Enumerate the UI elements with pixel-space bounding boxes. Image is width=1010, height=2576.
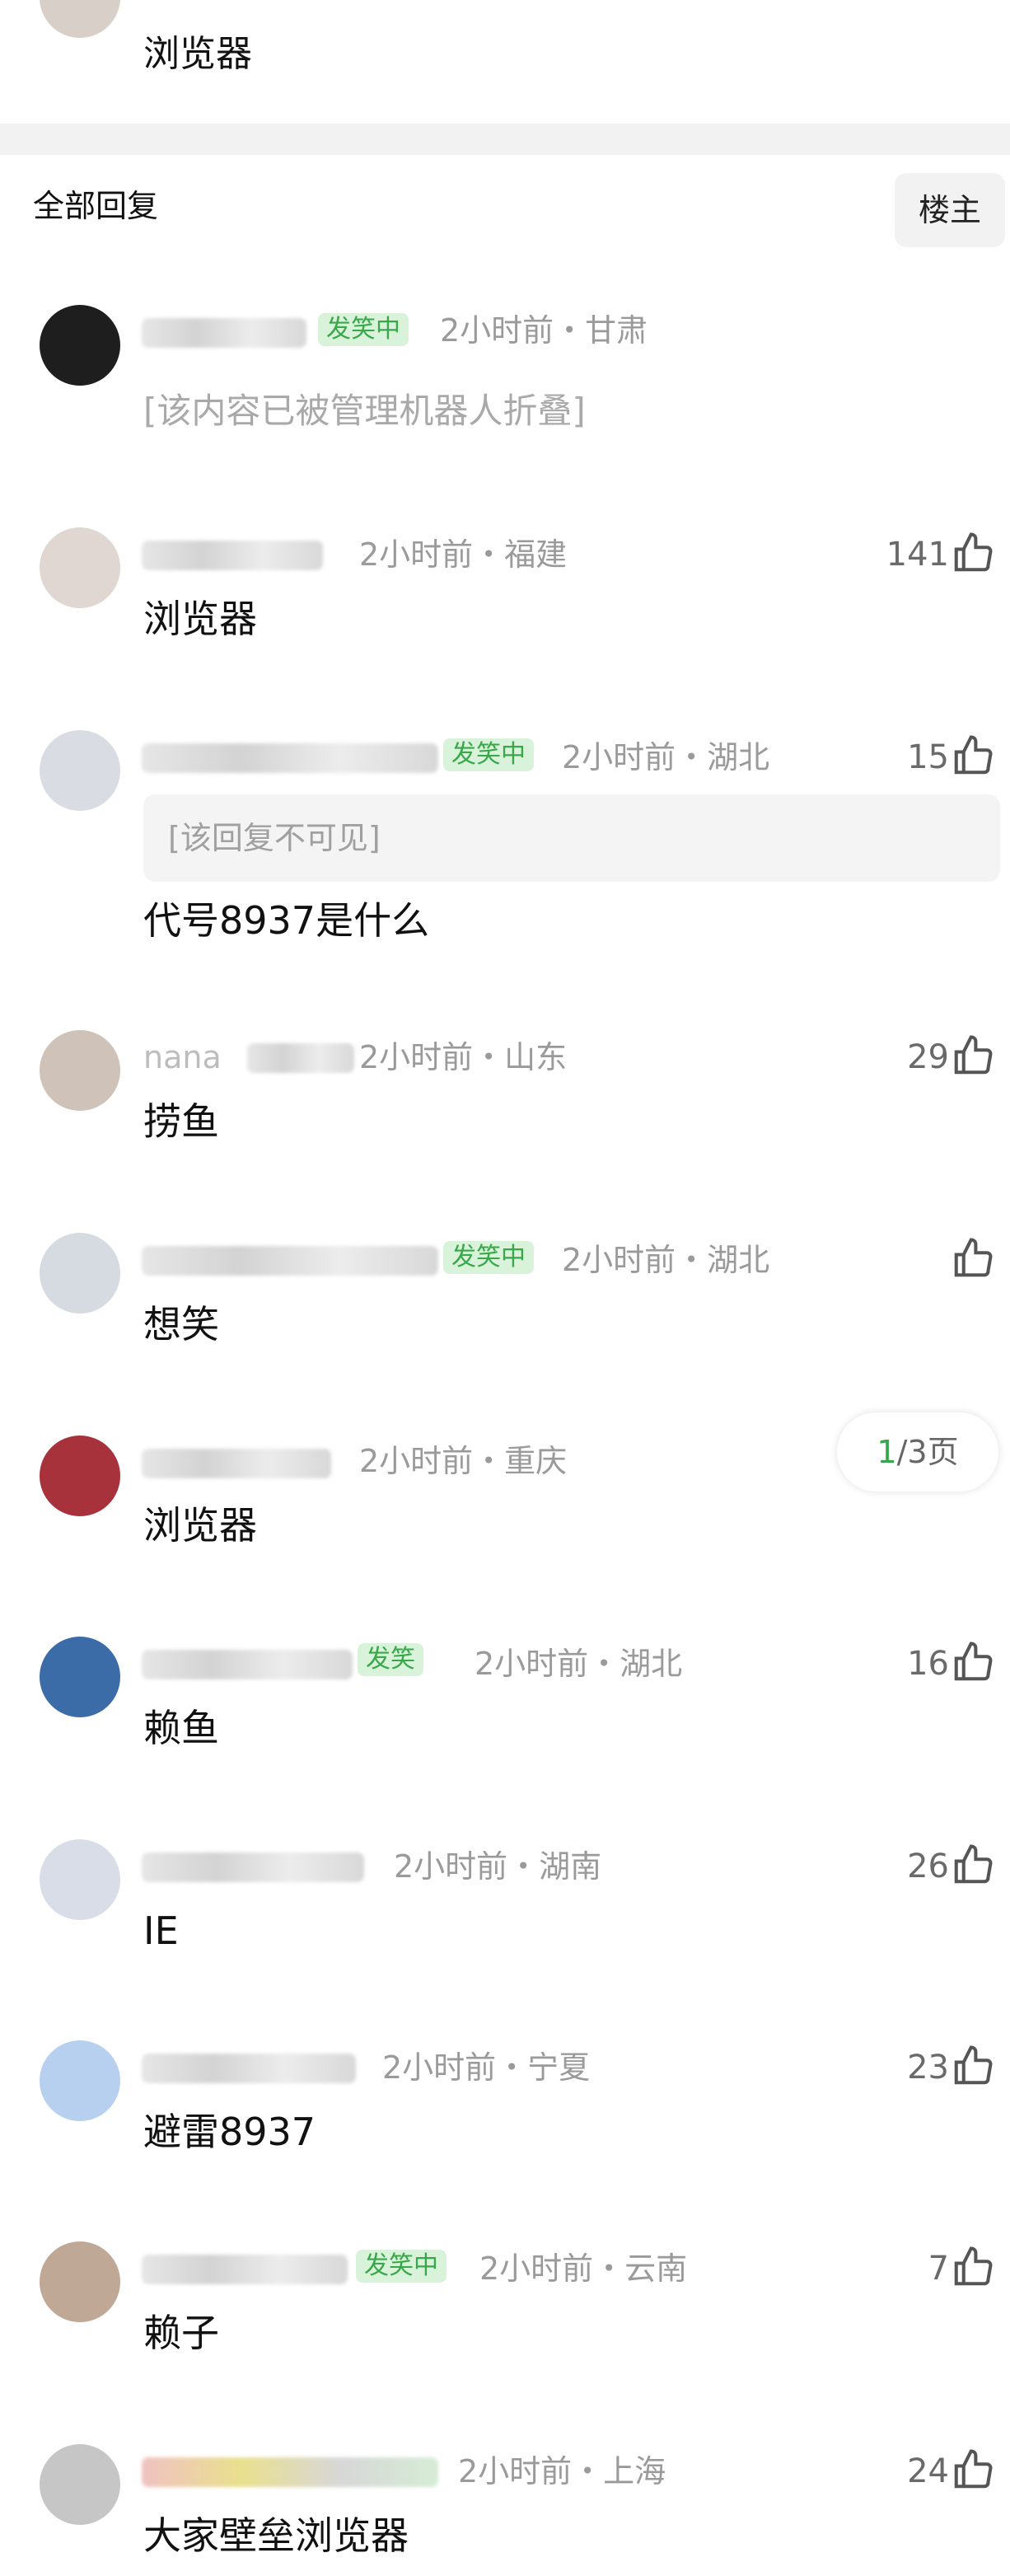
username[interactable] <box>142 2054 356 2083</box>
like-count: 26 <box>907 1848 949 1885</box>
username[interactable] <box>142 1246 438 1276</box>
username[interactable] <box>142 1650 353 1679</box>
comment-item: 2小时前・上海 24 大家壁垒浏览器 <box>0 2436 1010 2576</box>
comment-item: 2小时前・重庆 1/3页 浏览器 <box>0 1412 1010 1592</box>
comment-item: 发笑 2小时前・湖北 16 赖鱼 <box>0 1628 1010 1793</box>
username-blur <box>247 1043 354 1073</box>
status-badge: 发笑中 <box>356 2250 447 2283</box>
thumbs-up-icon[interactable] <box>951 1033 995 1078</box>
username[interactable]: nana <box>143 1038 222 1076</box>
status-badge: 发笑中 <box>443 1241 534 1274</box>
comment-meta: 2小时前・甘肃 <box>440 312 648 349</box>
comment-text: 想笑 <box>143 1302 219 1347</box>
thumbs-up-icon[interactable] <box>951 2447 995 2492</box>
comment-item: nana 2小时前・山东 29 捞鱼 <box>0 1022 1010 1187</box>
thumbs-up-icon[interactable] <box>951 1843 995 1887</box>
top-comment: 浏览器 <box>0 0 1010 124</box>
op-only-button[interactable]: 楼主 <box>895 173 1005 247</box>
like-count: 16 <box>907 1645 949 1683</box>
username[interactable] <box>142 1449 331 1478</box>
like-count: 15 <box>907 738 949 776</box>
avatar[interactable] <box>40 1637 120 1717</box>
comment-text: 浏览器 <box>143 1503 257 1548</box>
username[interactable] <box>142 2255 348 2284</box>
comment-text: IE <box>143 1909 179 1953</box>
avatar[interactable] <box>40 0 120 38</box>
section-divider <box>0 124 1010 155</box>
avatar[interactable] <box>40 730 120 811</box>
username[interactable] <box>142 1852 364 1882</box>
status-badge: 发笑中 <box>318 313 409 346</box>
quoted-reply-text: [该回复不可见] <box>168 820 381 856</box>
comment-text: 捞鱼 <box>143 1099 219 1144</box>
comment-text: 代号8937是什么 <box>143 898 430 943</box>
avatar[interactable] <box>40 1436 120 1516</box>
comment-item: 2小时前・福建 141 浏览器 <box>0 519 1010 684</box>
username[interactable] <box>142 318 306 348</box>
avatar[interactable] <box>40 1233 120 1314</box>
comment-item: 2小时前・湖南 26 IE <box>0 1831 1010 1996</box>
thumbs-up-icon[interactable] <box>951 1640 995 1684</box>
comment-text: [该内容已被管理机器人折叠] <box>143 391 586 431</box>
page-indicator[interactable]: 1/3页 <box>837 1412 998 1492</box>
comment-text: 赖鱼 <box>143 1706 219 1750</box>
status-badge: 发笑 <box>358 1643 423 1676</box>
avatar[interactable] <box>40 1839 120 1920</box>
avatar[interactable] <box>40 305 120 386</box>
comment-meta: 2小时前・湖北 <box>562 739 770 775</box>
comment-meta: 2小时前・山东 <box>359 1039 568 1075</box>
thumbs-up-icon[interactable] <box>951 531 995 575</box>
comment-meta: 2小时前・湖南 <box>394 1848 602 1885</box>
thumbs-up-icon[interactable] <box>951 733 995 778</box>
comment-meta: 2小时前・福建 <box>359 536 568 573</box>
reply-section-title: 全部回复 <box>33 188 159 224</box>
comment-meta: 2小时前・湖北 <box>562 1242 770 1278</box>
avatar[interactable] <box>40 527 120 608</box>
page-current: 1 <box>877 1434 897 1470</box>
comment-text: 浏览器 <box>143 33 252 75</box>
like-count: 23 <box>907 2049 949 2087</box>
comment-item: 2小时前・宁夏 23 避雷8937 <box>0 2032 1010 2197</box>
thumbs-up-icon[interactable] <box>951 1236 995 1281</box>
avatar[interactable] <box>40 2040 120 2121</box>
username[interactable] <box>142 541 323 570</box>
avatar[interactable] <box>40 2444 120 2525</box>
comment-meta: 2小时前・重庆 <box>359 1443 568 1479</box>
username[interactable] <box>142 743 438 773</box>
reply-header: 全部回复 楼主 <box>0 155 1010 270</box>
like-count: 141 <box>886 536 949 574</box>
comment-meta: 2小时前・云南 <box>479 2250 688 2287</box>
avatar[interactable] <box>40 1030 120 1111</box>
thumbs-up-icon[interactable] <box>951 2044 995 2088</box>
comment-item: 发笑中 2小时前・甘肃 [该内容已被管理机器人折叠] <box>0 297 1010 478</box>
comment-text: 避雷8937 <box>143 2110 316 2154</box>
avatar[interactable] <box>40 2241 120 2322</box>
comment-item: 发笑中 2小时前・云南 7 赖子 <box>0 2233 1010 2398</box>
page-total: /3页 <box>896 1434 959 1470</box>
like-count: 7 <box>928 2250 949 2288</box>
comment-text: 赖子 <box>143 2311 219 2355</box>
quoted-reply[interactable]: [该回复不可见] <box>143 794 1000 882</box>
comment-meta: 2小时前・湖北 <box>475 1646 683 1682</box>
like-count: 24 <box>907 2452 949 2490</box>
username[interactable] <box>142 2457 438 2487</box>
thumbs-up-icon[interactable] <box>951 2245 995 2289</box>
comment-item: 发笑中 2小时前・湖北 想笑 <box>0 1225 1010 1389</box>
comment-meta: 2小时前・上海 <box>458 2453 666 2489</box>
comment-text: 浏览器 <box>143 597 257 641</box>
comment-meta: 2小时前・宁夏 <box>382 2049 591 2086</box>
like-count: 29 <box>907 1038 949 1076</box>
status-badge: 发笑中 <box>443 738 534 771</box>
comment-text: 大家壁垒浏览器 <box>143 2513 409 2558</box>
comment-item: 发笑中 2小时前・湖北 15 [该回复不可见] 代号8937是什么 <box>0 722 1010 969</box>
